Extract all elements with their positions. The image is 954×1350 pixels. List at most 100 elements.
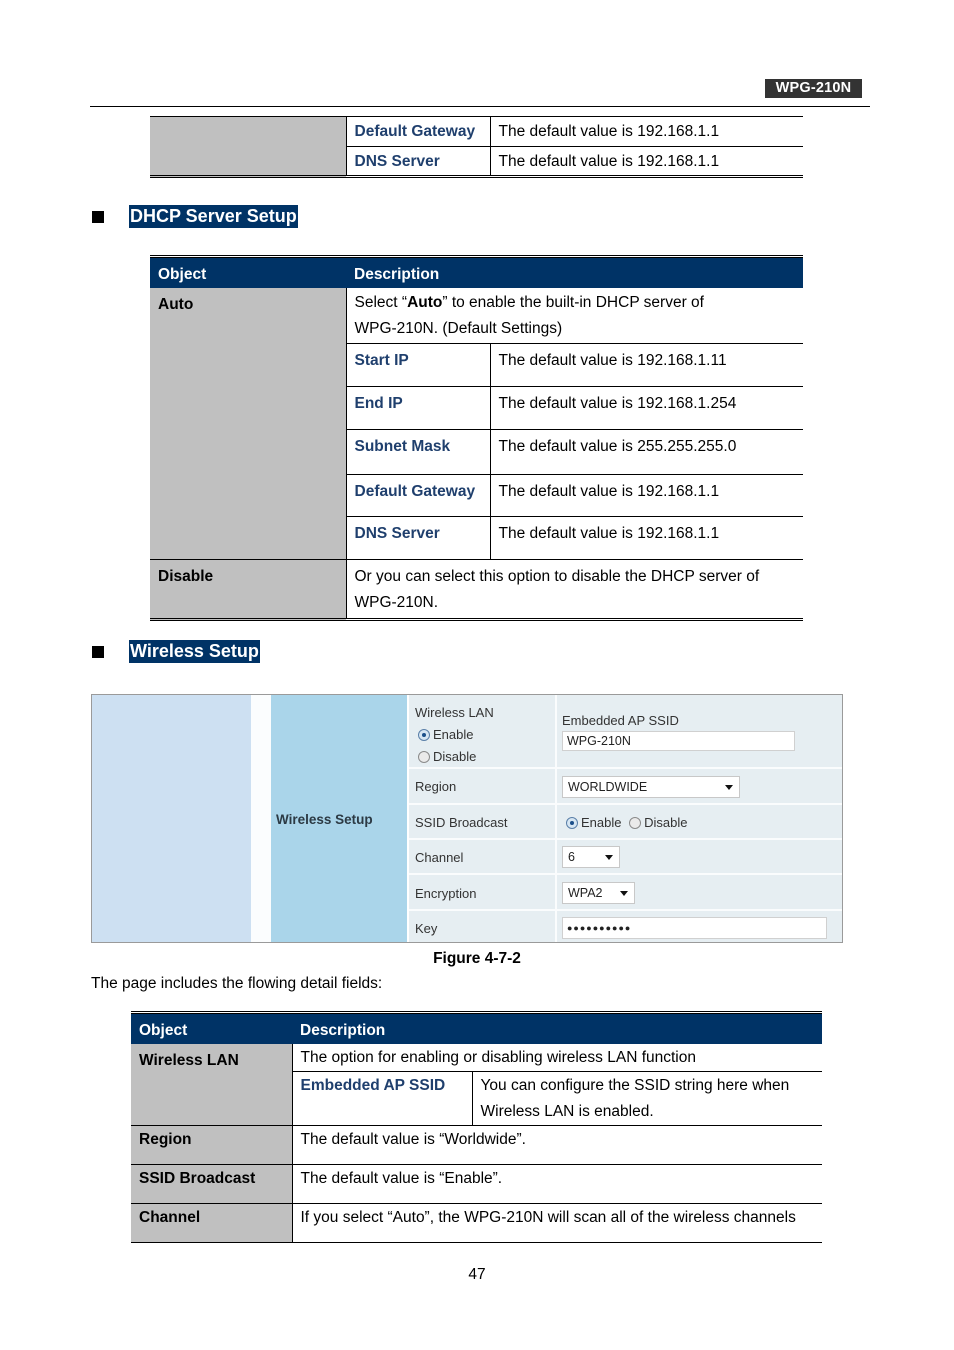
channel-cell: 6	[555, 840, 842, 873]
chevron-down-icon	[605, 855, 613, 860]
description-cell: Or you can select this option to disable…	[346, 560, 803, 620]
header-object: Object	[150, 256, 346, 288]
figure-gap	[251, 695, 271, 942]
key-row: Key ●●●●●●●●●●	[409, 911, 842, 942]
intro-text: The page includes the flowing detail fie…	[91, 975, 383, 992]
description-cell: The option for enabling or disabling wir…	[300, 1049, 696, 1066]
ssid-broadcast-row: SSID Broadcast Enable Disable	[409, 805, 842, 840]
channel-row: Channel 6	[409, 840, 842, 875]
description-cell: Select “Auto” to enable the built-in DHC…	[346, 288, 803, 344]
object-cell: Region	[131, 1125, 293, 1165]
desc-bold: Auto	[407, 294, 443, 311]
radio-selected-icon[interactable]	[566, 817, 578, 829]
model-badge: WPG-210N	[765, 79, 862, 98]
object-cell: Wireless LAN	[131, 1044, 293, 1126]
value-cell: The default value is 192.168.1.1	[498, 483, 720, 500]
ssid-input[interactable]: WPG-210N	[562, 731, 795, 751]
table-row: Auto Select “Auto” to enable the built-i…	[150, 288, 804, 560]
figure-caption: Figure 4-7-2	[433, 950, 521, 967]
ssid-broadcast-label: SSID Broadcast	[415, 815, 508, 830]
ssid-broadcast-options: Enable Disable	[566, 815, 687, 830]
table-row: Disable Or you can select this option to…	[150, 559, 803, 620]
wireless-lan-group: Wireless LAN Enable Disable	[415, 702, 494, 768]
sub-label: Embedded AP SSID	[292, 1071, 473, 1126]
channel-value: 6	[568, 850, 575, 864]
sub-label: End IP	[346, 386, 491, 430]
desc-text: Select “	[354, 294, 408, 311]
header-description: Description	[292, 1012, 823, 1044]
table-row: Region The default value is “Worldwide”.	[131, 1125, 823, 1165]
channel-label: Channel	[415, 850, 464, 865]
value-cell: The default value is 192.168.1.254	[498, 395, 737, 412]
option-label: Disable	[644, 815, 688, 830]
value-cell: The default value is 192.168.1.1	[498, 525, 720, 542]
desc-text: Or you can select this option to disable…	[354, 568, 760, 585]
option-label: Enable	[433, 727, 474, 742]
object-cell: Auto	[150, 288, 347, 560]
desc-text: Wireless LAN is enabled.	[480, 1103, 654, 1120]
wireless-lan-disable-option[interactable]: Disable	[415, 746, 494, 768]
encryption-value: WPA2	[568, 886, 603, 900]
sub-label: Subnet Mask	[346, 429, 491, 475]
desc-text: WPG-210N. (Default Settings)	[354, 320, 563, 337]
wireless-lan-label: Wireless LAN	[415, 705, 494, 720]
table-row: Channel If you select “Auto”, the WPG-21…	[131, 1203, 822, 1243]
ssid-broadcast-disable-option[interactable]: Disable	[629, 815, 687, 830]
key-cell: ●●●●●●●●●●	[555, 911, 842, 942]
sub-label: Start IP	[346, 343, 491, 387]
region-row: Region WORLDWIDE	[409, 769, 842, 805]
figure-section-label: Wireless Setup	[276, 812, 373, 827]
option-label: Enable	[581, 815, 622, 830]
ssid-broadcast-enable-option[interactable]: Enable	[566, 815, 621, 830]
description-cell: If you select “Auto”, the WPG-210N will …	[300, 1209, 796, 1226]
encryption-select[interactable]: WPA2	[562, 882, 635, 904]
encryption-cell: WPA2	[555, 875, 842, 909]
dhcp-table: Object Description Auto Select “Auto” to…	[150, 255, 804, 621]
bullet-icon	[92, 211, 104, 223]
region-select[interactable]: WORLDWIDE	[562, 776, 740, 798]
table-row: SSID Broadcast The default value is “Ena…	[131, 1164, 823, 1204]
value-cell: The default value is 192.168.1.1	[498, 123, 720, 140]
key-label: Key	[415, 921, 438, 936]
chevron-down-icon	[620, 891, 628, 896]
desc-text: WPG-210N.	[354, 594, 439, 611]
value-cell: You can configure the SSID string here w…	[472, 1072, 822, 1126]
object-cell: SSID Broadcast	[131, 1164, 293, 1204]
ssid-broadcast-cell: Enable Disable	[555, 805, 842, 838]
radio-unselected-icon[interactable]	[629, 817, 642, 829]
value-cell: The default value is 192.168.1.11	[498, 352, 727, 369]
sub-label: Default Gateway	[346, 474, 491, 517]
region-cell: WORLDWIDE	[555, 769, 842, 803]
chevron-down-icon	[725, 785, 733, 790]
radio-unselected-icon[interactable]	[418, 751, 430, 763]
sub-label: DNS Server	[346, 516, 491, 560]
top-continuation-table: Default Gateway The default value is 192…	[150, 116, 803, 178]
object-cell: Disable	[150, 559, 347, 620]
table-row: Wireless LAN The option for enabling or …	[131, 1044, 823, 1126]
value-cell: The default value is 192.168.1.1	[498, 153, 720, 170]
desc-text: ” to enable the built-in DHCP server of	[442, 294, 704, 311]
header-object: Object	[131, 1012, 292, 1044]
page-number: 47	[468, 1266, 486, 1283]
radio-selected-icon[interactable]	[418, 729, 430, 741]
option-label: Disable	[433, 749, 477, 764]
wireless-lan-enable-option[interactable]: Enable	[415, 724, 494, 746]
table-header-row: Object Description	[131, 1012, 823, 1044]
channel-select[interactable]: 6	[562, 846, 620, 868]
ssid-cell: Embedded AP SSID WPG-210N	[555, 695, 842, 767]
section-title-wireless: Wireless Setup	[129, 640, 260, 663]
table-row: Default Gateway The default value is 192…	[150, 116, 803, 177]
object-cell: Channel	[131, 1203, 293, 1243]
encryption-row: Encryption WPA2	[409, 875, 842, 911]
figure-left-pane	[92, 695, 251, 942]
description-cell: The default value is “Worldwide”.	[300, 1131, 526, 1148]
wireless-lan-row: Wireless LAN Enable Disable Embedded AP …	[409, 695, 842, 769]
figure-section-pane: Wireless Setup	[271, 695, 407, 942]
value-cell: The default value is 255.255.255.0	[498, 438, 737, 455]
region-value: WORLDWIDE	[568, 780, 648, 794]
key-input[interactable]: ●●●●●●●●●●	[562, 917, 827, 939]
bullet-icon	[92, 646, 104, 658]
header-description: Description	[346, 256, 804, 288]
region-label: Region	[415, 779, 457, 794]
sub-label: Default Gateway	[346, 116, 491, 147]
